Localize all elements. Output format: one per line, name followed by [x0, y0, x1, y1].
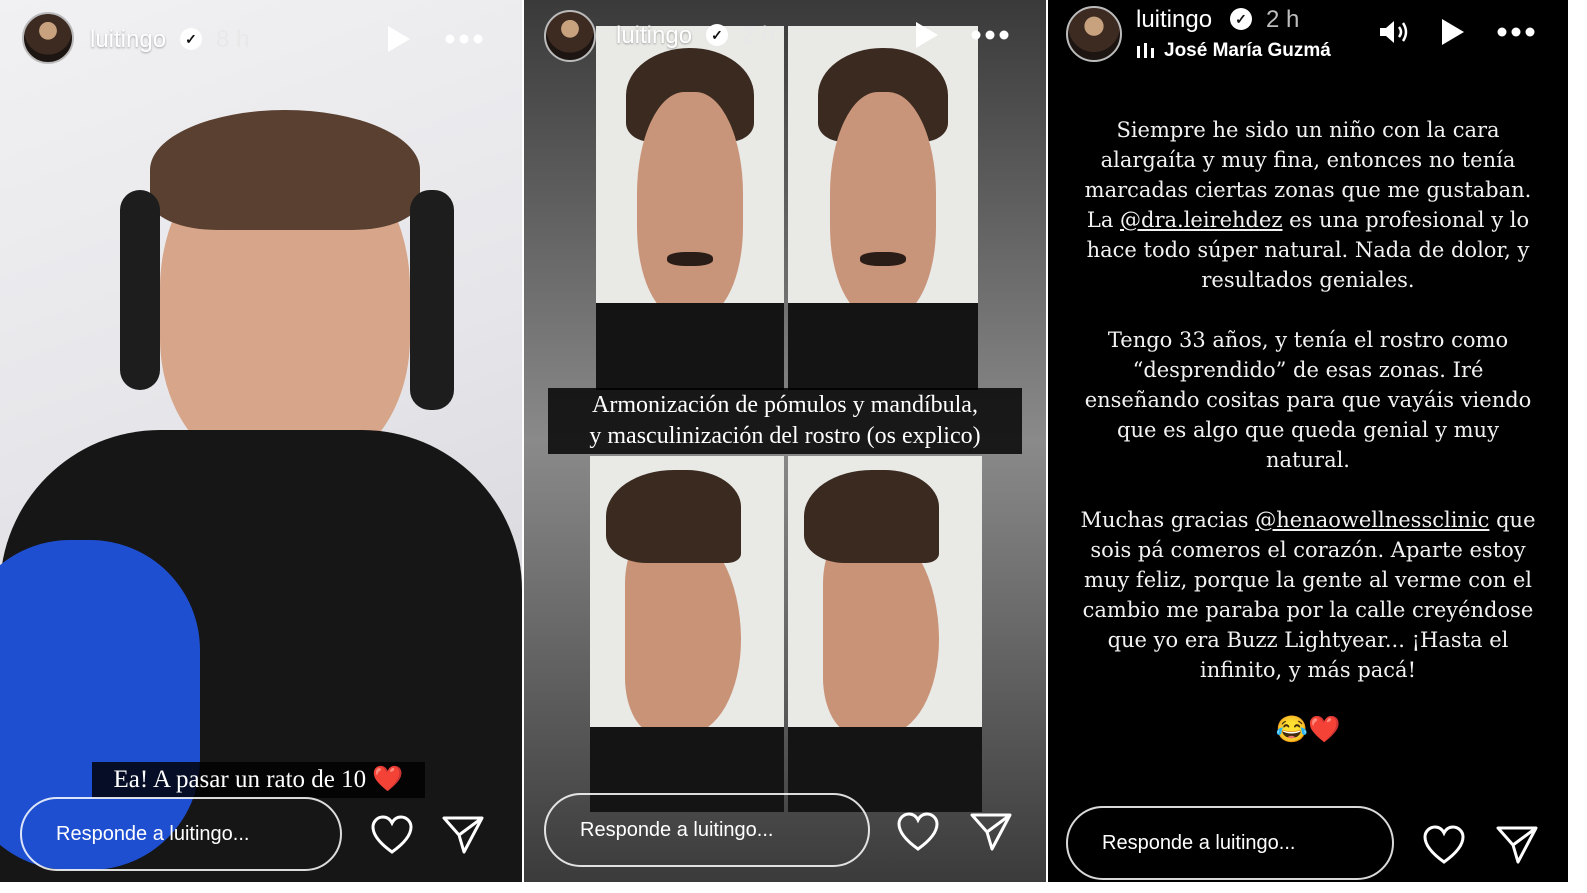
- text-paragraph-2: Tengo 33 años, y tenía el rostro como “d…: [1084, 328, 1532, 472]
- caption-line-2: y masculinización del rostro (os explico…: [589, 423, 981, 449]
- photo-front-before: [596, 26, 784, 390]
- story-header: luitingo ✓ 2 h: [524, 0, 1046, 80]
- play-icon[interactable]: [912, 20, 940, 50]
- more-options-icon[interactable]: [1496, 26, 1536, 38]
- music-track-name[interactable]: José María Guzmá: [1164, 40, 1331, 62]
- text-paragraph-3: Muchas gracias @henaowellnessclinic que …: [1080, 508, 1536, 682]
- sound-on-icon[interactable]: [1378, 18, 1410, 46]
- story-panel-3[interactable]: luitingo ✓ 2 h José María Guzmá Siempre …: [1048, 0, 1568, 882]
- story-time: 8 h: [216, 26, 250, 53]
- story-photo-radio-studio: [0, 0, 522, 882]
- mention-link[interactable]: @henaowellnessclinic: [1255, 508, 1489, 532]
- username[interactable]: luitingo: [1136, 6, 1212, 34]
- music-bars-icon: [1137, 43, 1154, 58]
- reply-input[interactable]: Responde a luitingo...: [20, 797, 342, 871]
- share-send-icon[interactable]: [970, 812, 1012, 852]
- more-options-icon[interactable]: [444, 33, 484, 45]
- profile-avatar[interactable]: [1066, 6, 1122, 62]
- share-send-icon[interactable]: [1496, 825, 1538, 865]
- story-caption: Armonización de pómulos y mandíbula, y m…: [548, 388, 1022, 454]
- share-send-icon[interactable]: [442, 815, 484, 855]
- text-paragraph-1: Siempre he sido un niño con la cara alar…: [1084, 118, 1532, 292]
- mention-link[interactable]: @dra.leirehdez: [1120, 208, 1282, 232]
- emoji-sticker: 😂❤️: [1275, 715, 1341, 745]
- story-time: 2 h: [742, 22, 776, 49]
- story-time: 2 h: [1266, 6, 1300, 33]
- verified-badge-icon: ✓: [180, 28, 202, 50]
- profile-avatar[interactable]: [22, 12, 74, 64]
- reply-input[interactable]: Responde a luitingo...: [1066, 806, 1394, 880]
- photo-front-after: [788, 26, 978, 390]
- more-options-icon[interactable]: [970, 29, 1010, 41]
- story-caption: Ea! A pasar un rato de 10 ❤️: [92, 762, 425, 798]
- photo-profile-after: [788, 456, 982, 812]
- profile-avatar[interactable]: [544, 10, 596, 62]
- story-panel-2[interactable]: luitingo ✓ 2 h Armonización de pómulos y…: [524, 0, 1046, 882]
- story-panel-1[interactable]: luitingo ✓ 8 h Ea! A pasar un rato de 10…: [0, 0, 522, 882]
- reply-input[interactable]: Responde a luitingo...: [544, 793, 870, 867]
- verified-badge-icon: ✓: [1230, 8, 1252, 30]
- caption-line-1: Armonización de pómulos y mandíbula,: [592, 392, 978, 418]
- story-header: luitingo ✓ 8 h: [0, 0, 522, 80]
- verified-badge-icon: ✓: [706, 24, 728, 46]
- username[interactable]: luitingo: [616, 22, 692, 50]
- username[interactable]: luitingo: [90, 26, 166, 54]
- like-heart-icon[interactable]: [370, 815, 414, 855]
- play-icon[interactable]: [1438, 17, 1466, 47]
- story-text-body: Siempre he sido un niño con la cara alar…: [1078, 115, 1538, 775]
- story-header: luitingo ✓ 2 h José María Guzmá: [1048, 0, 1568, 80]
- like-heart-icon[interactable]: [896, 812, 940, 852]
- like-heart-icon[interactable]: [1422, 825, 1466, 865]
- play-icon[interactable]: [384, 24, 412, 54]
- photo-profile-before: [590, 456, 784, 812]
